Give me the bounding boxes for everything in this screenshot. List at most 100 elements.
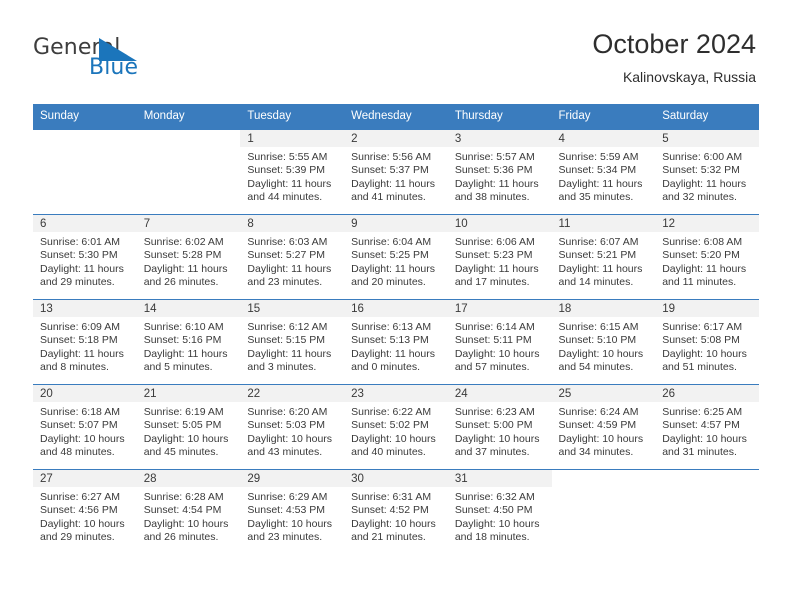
weekday-header-sunday: Sunday [33,104,137,130]
day-cell[interactable]: 7 Sunrise: 6:02 AM Sunset: 5:28 PM Daylight… [136,214,241,300]
day-details: Sunrise: 6:06 AM Sunset: 5:23 PM Daylight:… [448,232,552,290]
day-cell[interactable] [551,469,656,554]
brand-logo[interactable]: General Blue [33,35,213,87]
day-cell[interactable]: 4 Sunrise: 5:59 AM Sunset: 5:34 PM Daylight… [551,129,656,215]
day-cell[interactable]: 30 Sunrise: 6:31 AM Sunset: 4:52 PM Dayligh… [344,469,448,554]
day-cell[interactable]: 24 Sunrise: 6:23 AM Sunset: 5:00 PM Dayligh… [447,384,552,470]
calendar-week-row: 1 Sunrise: 5:55 AM Sunset: 5:39 PM Daylight… [33,129,759,215]
day-cell[interactable]: 19 Sunrise: 6:17 AM Sunset: 5:08 PM Dayligh… [655,299,759,385]
sunset-text: Sunset: 5:15 PM [247,334,326,347]
day-details: Sunrise: 6:23 AM Sunset: 5:00 PM Daylight:… [448,402,552,460]
day-number: 25 [551,385,656,402]
day-cell[interactable]: 2 Sunrise: 5:56 AM Sunset: 5:37 PM Daylight… [344,129,448,215]
day-cell[interactable]: 5 Sunrise: 6:00 AM Sunset: 5:32 PM Daylight… [655,129,759,215]
sunrise-text: Sunrise: 6:04 AM [351,236,432,248]
sunset-text: Sunset: 4:56 PM [40,504,118,517]
day-number: 16 [344,300,448,317]
day-cell[interactable]: 14 Sunrise: 6:10 AM Sunset: 5:16 PM Dayligh… [136,299,241,385]
day-number: 10 [447,215,552,232]
daylight-text: Daylight: 11 hours and 23 minutes. [247,262,332,289]
sunset-text: Sunset: 5:10 PM [558,334,637,347]
page-header: General Blue October 2024 Kalinovskaya, … [0,0,792,100]
weekday-header-wednesday: Wednesday [344,104,448,130]
day-cell[interactable]: 11 Sunrise: 6:07 AM Sunset: 5:21 PM Dayligh… [551,214,656,300]
day-details: Sunrise: 6:03 AM Sunset: 5:27 PM Daylight:… [240,232,344,290]
day-cell[interactable]: 31 Sunrise: 6:32 AM Sunset: 4:50 PM Dayligh… [447,469,552,554]
daylight-text: Daylight: 11 hours and 26 minutes. [143,262,228,289]
calendar-header-row: Sunday Monday Tuesday Wednesday Thursday… [33,104,759,130]
day-cell[interactable]: 9 Sunrise: 6:04 AM Sunset: 5:25 PM Daylight… [344,214,448,300]
sunrise-text: Sunrise: 5:59 AM [558,151,639,163]
day-details: Sunrise: 6:08 AM Sunset: 5:20 PM Daylight:… [655,232,759,290]
day-details [33,147,137,151]
sunrise-text: Sunrise: 6:29 AM [247,491,328,503]
day-cell[interactable]: 23 Sunrise: 6:22 AM Sunset: 5:02 PM Dayligh… [344,384,448,470]
day-number: 21 [136,385,241,402]
sunrise-text: Sunrise: 6:00 AM [662,151,743,163]
day-cell[interactable]: 1 Sunrise: 5:55 AM Sunset: 5:39 PM Daylight… [240,129,345,215]
day-cell[interactable] [136,129,241,215]
day-details: Sunrise: 6:00 AM Sunset: 5:32 PM Daylight:… [655,147,759,205]
sunset-text: Sunset: 5:02 PM [351,419,429,432]
day-number: 3 [447,130,552,147]
day-number: 19 [655,300,759,317]
day-cell[interactable]: 13 Sunrise: 6:09 AM Sunset: 5:18 PM Dayligh… [33,299,137,385]
sunrise-text: Sunrise: 6:25 AM [662,406,743,418]
day-cell[interactable]: 22 Sunrise: 6:20 AM Sunset: 5:03 PM Dayligh… [240,384,345,470]
day-cell[interactable]: 28 Sunrise: 6:28 AM Sunset: 4:54 PM Dayligh… [136,469,241,554]
daylight-text: Daylight: 10 hours and 26 minutes. [143,517,229,544]
day-cell[interactable]: 15 Sunrise: 6:12 AM Sunset: 5:15 PM Dayligh… [240,299,345,385]
day-cell[interactable]: 20 Sunrise: 6:18 AM Sunset: 5:07 PM Dayligh… [33,384,137,470]
day-cell[interactable]: 16 Sunrise: 6:13 AM Sunset: 5:13 PM Dayligh… [344,299,448,385]
daylight-text: Daylight: 10 hours and 45 minutes. [143,432,229,459]
day-details [655,487,759,491]
day-details: Sunrise: 6:10 AM Sunset: 5:16 PM Daylight:… [137,317,241,375]
day-details: Sunrise: 6:20 AM Sunset: 5:03 PM Daylight:… [240,402,344,460]
sunrise-text: Sunrise: 6:13 AM [351,321,432,333]
day-cell[interactable] [33,129,137,215]
day-cell[interactable]: 25 Sunrise: 6:24 AM Sunset: 4:59 PM Dayligh… [551,384,656,470]
sunrise-text: Sunrise: 5:56 AM [351,151,432,163]
day-cell[interactable]: 10 Sunrise: 6:06 AM Sunset: 5:23 PM Dayligh… [447,214,552,300]
sunset-text: Sunset: 5:23 PM [454,249,533,262]
day-details: Sunrise: 6:01 AM Sunset: 5:30 PM Daylight:… [33,232,137,290]
sunrise-text: Sunrise: 6:23 AM [454,406,535,418]
day-cell[interactable]: 21 Sunrise: 6:19 AM Sunset: 5:05 PM Dayligh… [136,384,241,470]
day-details: Sunrise: 6:17 AM Sunset: 5:08 PM Daylight:… [655,317,759,375]
page-subtitle: Kalinovskaya, Russia [622,69,756,85]
day-cell[interactable]: 27 Sunrise: 6:27 AM Sunset: 4:56 PM Dayligh… [33,469,137,554]
weekday-header-monday: Monday [136,104,241,130]
daylight-text: Daylight: 10 hours and 57 minutes. [454,347,540,374]
sunrise-text: Sunrise: 6:20 AM [247,406,328,418]
sunrise-text: Sunrise: 6:32 AM [454,491,535,503]
daylight-text: Daylight: 10 hours and 29 minutes. [40,517,125,544]
day-cell[interactable]: 8 Sunrise: 6:03 AM Sunset: 5:27 PM Daylight… [240,214,345,300]
day-cell[interactable]: 29 Sunrise: 6:29 AM Sunset: 4:53 PM Dayligh… [240,469,345,554]
daylight-text: Daylight: 11 hours and 17 minutes. [454,262,539,289]
day-details: Sunrise: 6:19 AM Sunset: 5:05 PM Daylight:… [137,402,241,460]
day-number: 11 [551,215,656,232]
day-details: Sunrise: 5:59 AM Sunset: 5:34 PM Daylight:… [552,147,656,205]
daylight-text: Daylight: 10 hours and 23 minutes. [247,517,333,544]
day-number: 17 [447,300,552,317]
day-number: 12 [655,215,759,232]
day-cell[interactable]: 26 Sunrise: 6:25 AM Sunset: 4:57 PM Dayligh… [655,384,759,470]
day-details: Sunrise: 6:04 AM Sunset: 5:25 PM Daylight:… [344,232,448,290]
day-details: Sunrise: 6:27 AM Sunset: 4:56 PM Daylight:… [33,487,137,545]
day-number: 28 [136,470,241,487]
day-cell[interactable]: 17 Sunrise: 6:14 AM Sunset: 5:11 PM Dayligh… [447,299,552,385]
daylight-text: Daylight: 11 hours and 29 minutes. [40,262,124,289]
triangle-mark-icon [99,38,137,61]
day-details: Sunrise: 6:31 AM Sunset: 4:52 PM Daylight:… [344,487,448,545]
weekday-header-tuesday: Tuesday [240,104,345,130]
day-cell[interactable] [655,469,759,554]
day-cell[interactable]: 18 Sunrise: 6:15 AM Sunset: 5:10 PM Dayligh… [551,299,656,385]
day-cell[interactable]: 6 Sunrise: 6:01 AM Sunset: 5:30 PM Daylight… [33,214,137,300]
daylight-text: Daylight: 10 hours and 37 minutes. [454,432,540,459]
day-details: Sunrise: 6:14 AM Sunset: 5:11 PM Daylight:… [448,317,552,375]
sunset-text: Sunset: 5:32 PM [662,164,740,177]
day-number: 18 [551,300,656,317]
day-cell[interactable]: 3 Sunrise: 5:57 AM Sunset: 5:36 PM Daylight… [447,129,552,215]
sunset-text: Sunset: 4:52 PM [351,504,429,517]
day-cell[interactable]: 12 Sunrise: 6:08 AM Sunset: 5:20 PM Dayligh… [655,214,759,300]
